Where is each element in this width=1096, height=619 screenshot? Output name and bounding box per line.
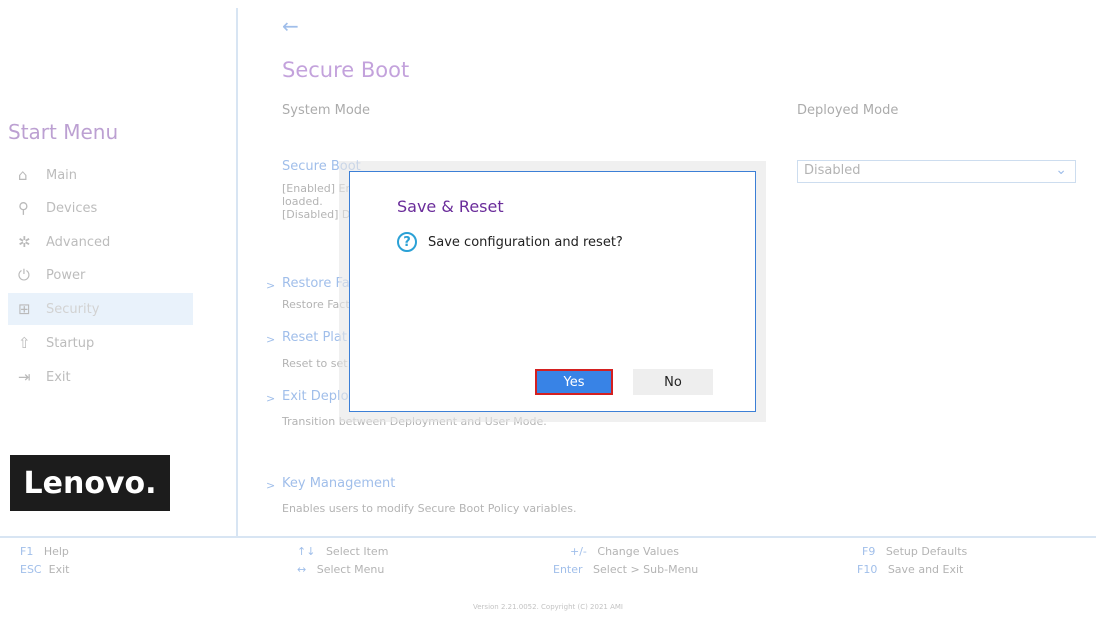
restore-factory-keys-title[interactable]: Restore Fa <box>282 276 350 291</box>
footer-key: +/- <box>570 545 587 558</box>
footer-help: F1 Help <box>20 545 69 558</box>
footer-select-item: ↑↓ Select Item <box>297 545 388 558</box>
footer-label: Change Values <box>597 545 679 558</box>
secure-boot-desc-2: loaded. <box>282 195 323 208</box>
key-management-title[interactable]: Key Management <box>282 476 395 491</box>
sidebar-item-label: Startup <box>46 335 95 351</box>
chevron-right-icon: > <box>266 333 276 346</box>
sidebar-item-label: Advanced <box>46 234 111 250</box>
reset-platform-desc: Reset to set <box>282 357 348 370</box>
sidebar-item-startup[interactable]: ⇧ Startup <box>8 327 193 359</box>
sidebar-item-power[interactable]: ⏻ Power <box>8 259 193 291</box>
sidebar-item-label: Exit <box>46 369 71 385</box>
sidebar-item-label: Power <box>46 267 86 283</box>
footer-change-values: +/- Change Values <box>570 545 679 558</box>
restore-factory-keys-desc: Restore Fact <box>282 298 350 311</box>
secure-boot-select-value: Disabled <box>804 163 861 178</box>
footer-label: Select Menu <box>316 563 385 576</box>
footer-label: Setup Defaults <box>885 545 968 558</box>
footer-key: F10 <box>857 563 878 576</box>
sidebar-item-label: Devices <box>46 200 98 216</box>
dialog-title: Save & Reset <box>397 197 504 216</box>
key-management-desc: Enables users to modify Secure Boot Poli… <box>282 502 577 515</box>
footer-exit: ESC Exit <box>20 563 69 576</box>
deployed-mode-label: Deployed Mode <box>797 103 899 118</box>
footer-label: Select > Sub-Menu <box>593 563 699 576</box>
secure-boot-desc-3: [Disabled] D <box>282 208 351 221</box>
sidebar-item-advanced[interactable]: ✲ Advanced <box>8 226 193 258</box>
devices-icon: ⚲ <box>18 199 29 217</box>
question-icon: ? <box>397 232 417 252</box>
footer-enter: Enter Select > Sub-Menu <box>553 563 698 576</box>
footer-label: Select Item <box>325 545 389 558</box>
sidebar-item-devices[interactable]: ⚲ Devices <box>8 192 193 224</box>
footer-key: F1 <box>20 545 34 558</box>
footer-key: F9 <box>862 545 876 558</box>
sidebar-item-exit[interactable]: ⇥ Exit <box>8 361 193 393</box>
footer-label: Save and Exit <box>887 563 964 576</box>
footer-key: ↑↓ <box>297 545 316 558</box>
chevron-down-icon: ⌄ <box>1055 162 1067 178</box>
reset-platform-title[interactable]: Reset Plat <box>282 330 347 345</box>
footer-divider <box>0 536 1096 538</box>
exit-deployed-mode-desc: Transition between Deployment and User M… <box>282 415 547 428</box>
sidebar-divider <box>236 8 238 536</box>
save-reset-dialog: Save & Reset ? Save configuration and re… <box>349 171 756 412</box>
power-icon: ⏻ <box>18 266 30 284</box>
footer-key: ESC <box>20 563 42 576</box>
secure-boot-select[interactable]: Disabled ⌄ <box>797 160 1076 183</box>
startup-icon: ⇧ <box>18 334 31 352</box>
no-button[interactable]: No <box>633 369 713 395</box>
version-text: Version 2.21.0052. Copyright (C) 2021 AM… <box>473 603 623 611</box>
system-mode-label: System Mode <box>282 103 371 118</box>
sidebar-item-label: Security <box>46 301 100 317</box>
yes-button[interactable]: Yes <box>535 369 613 395</box>
sidebar-item-security[interactable]: ⊞ Security <box>8 293 193 325</box>
exit-deployed-mode-title[interactable]: Exit Deplo <box>282 389 349 404</box>
lenovo-logo: Lenovo. <box>10 455 170 511</box>
chevron-right-icon: > <box>266 392 276 405</box>
back-arrow-icon[interactable]: ← <box>282 14 299 38</box>
sidebar-item-main[interactable]: ⌂ Main <box>8 159 193 191</box>
footer-save-exit: F10 Save and Exit <box>857 563 963 576</box>
home-icon: ⌂ <box>18 166 28 184</box>
sidebar-title: Start Menu <box>8 120 119 144</box>
footer-setup-defaults: F9 Setup Defaults <box>862 545 967 558</box>
footer-label: Exit <box>48 563 70 576</box>
dialog-message: Save configuration and reset? <box>428 235 623 250</box>
advanced-icon: ✲ <box>18 233 31 251</box>
footer-key: Enter <box>553 563 583 576</box>
exit-icon: ⇥ <box>18 368 31 386</box>
page-title: Secure Boot <box>282 58 410 82</box>
sidebar-item-label: Main <box>46 167 78 183</box>
chevron-right-icon: > <box>266 279 276 292</box>
secure-boot-desc-1: [Enabled] Er <box>282 182 351 195</box>
lock-icon: ⊞ <box>18 300 31 318</box>
footer-key: ↔ <box>297 563 307 576</box>
chevron-right-icon: > <box>266 479 276 492</box>
footer-select-menu: ↔ Select Menu <box>297 563 384 576</box>
footer-label: Help <box>43 545 69 558</box>
